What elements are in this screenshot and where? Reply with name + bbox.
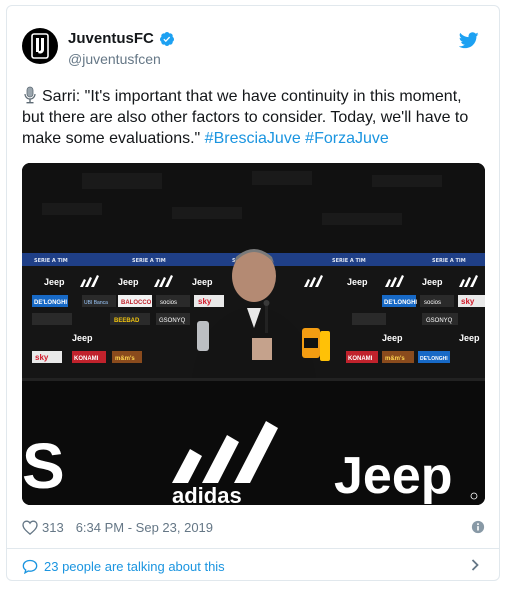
sponsor-beebad: BEEBAD [114,318,140,324]
chevron-right-icon[interactable] [471,559,479,571]
microphone-icon [24,86,36,104]
account-name[interactable]: JuventusFC [68,30,154,47]
avatar[interactable] [22,28,58,64]
conversation-link[interactable]: 23 people are talking about this [22,556,485,576]
tweet-media[interactable]: SERIE A TIM SERIE A TIM SERIE A TIM SERI… [22,163,485,505]
sponsor-mms: m&m's [385,356,405,362]
hashtag-link[interactable]: #ForzaJuve [305,130,389,147]
talking-count-label[interactable]: 23 people are talking about this [44,559,225,574]
sponsor-sky: sky [35,353,49,362]
sponsor-sony: GSONYQ [426,318,453,324]
info-icon[interactable] [471,520,485,534]
sponsor-jeep: Jeep [382,333,403,343]
sponsor-jeep: Jeep [72,333,93,343]
sponsor-jeep: Jeep [44,277,65,287]
tweet-text-block: Sarri: "It's important that we have cont… [22,86,482,149]
verified-badge-icon [159,31,174,46]
sponsor-socios: socios [424,300,441,306]
sponsor-socios: socios [160,300,177,306]
juventus-logo-icon [31,33,49,59]
account-handle[interactable]: @juventusfcen [68,51,161,67]
press-conference-photo: SERIE A TIM SERIE A TIM SERIE A TIM SERI… [22,163,485,505]
sponsor-jeep: Jeep [347,277,368,287]
banner-label: SERIE A TIM [432,258,466,264]
banner-label: SERIE A TIM [34,258,68,264]
sponsor-konami: KONAMI [74,356,99,362]
sponsor-jeep: Jeep [192,277,213,287]
banner-label: SERIE A TIM [132,258,166,264]
sponsor-sony: GSONYQ [159,318,186,324]
tweet-timestamp[interactable]: 6:34 PM - Sep 23, 2019 [76,520,213,535]
divider [7,548,499,549]
banner-label: SERIE A TIM [332,258,366,264]
sponsor-balocco: BALOCCO [121,300,152,306]
heart-icon[interactable] [22,519,38,535]
sponsor-sky: sky [461,297,475,306]
like-count[interactable]: 313 [42,520,64,535]
sponsor-mms: m&m's [115,356,135,362]
podium-letter: S [22,430,65,502]
tweet-card[interactable]: JuventusFC @juventusfcen Sarri: "It's im… [6,5,500,581]
tweet-meta: 313 6:34 PM - Sep 23, 2019 [22,517,485,537]
sponsor-sky: sky [198,297,212,306]
twitter-bird-icon[interactable] [459,32,479,49]
sponsor-delonghi: DE'LONGHI [420,356,448,362]
podium-adidas: adidas [172,483,242,505]
hashtag-link[interactable]: #BresciaJuve [205,130,301,147]
podium-jeep: Jeep [334,447,453,505]
sponsor-konami: KONAMI [348,356,373,362]
sponsor-jeep: Jeep [118,277,139,287]
sponsor-jeep: Jeep [422,277,443,287]
sponsor-delonghi: DE'LONGHI [384,300,417,306]
comment-bubble-icon [22,559,38,574]
sponsor-jeep: Jeep [459,333,480,343]
sponsor-ubi: UBI Banca [84,300,108,306]
sponsor-delonghi: DE'LONGHI [34,300,67,306]
